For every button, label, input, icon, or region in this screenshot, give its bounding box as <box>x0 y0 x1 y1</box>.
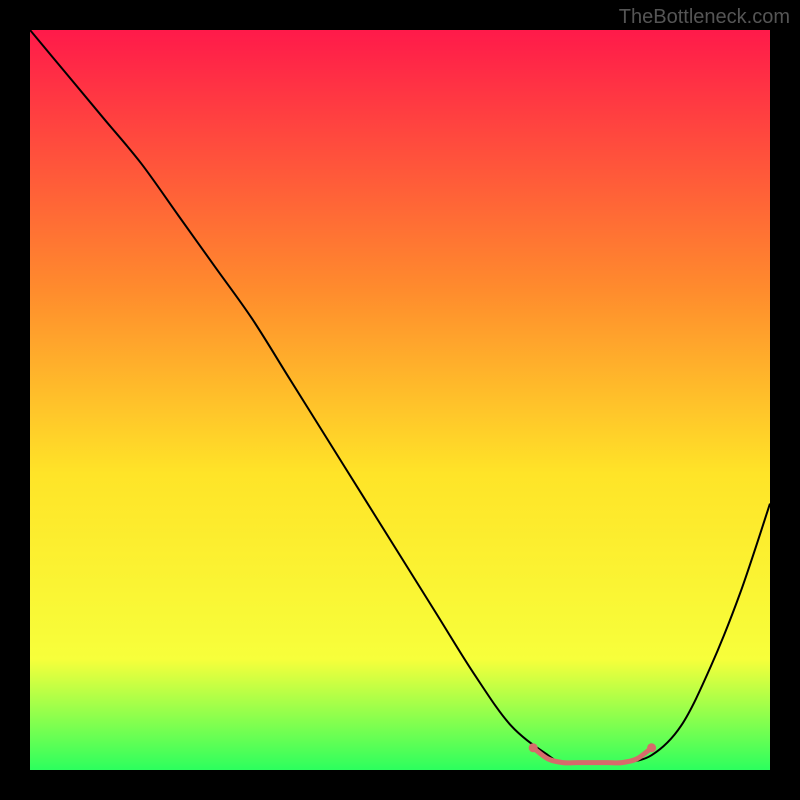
chart-svg <box>30 30 770 770</box>
watermark-text: TheBottleneck.com <box>619 6 790 29</box>
optimal-range-end-dot <box>647 743 656 752</box>
optimal-range-start-dot <box>529 743 538 752</box>
chart-area <box>30 30 770 770</box>
gradient-background <box>30 30 770 770</box>
